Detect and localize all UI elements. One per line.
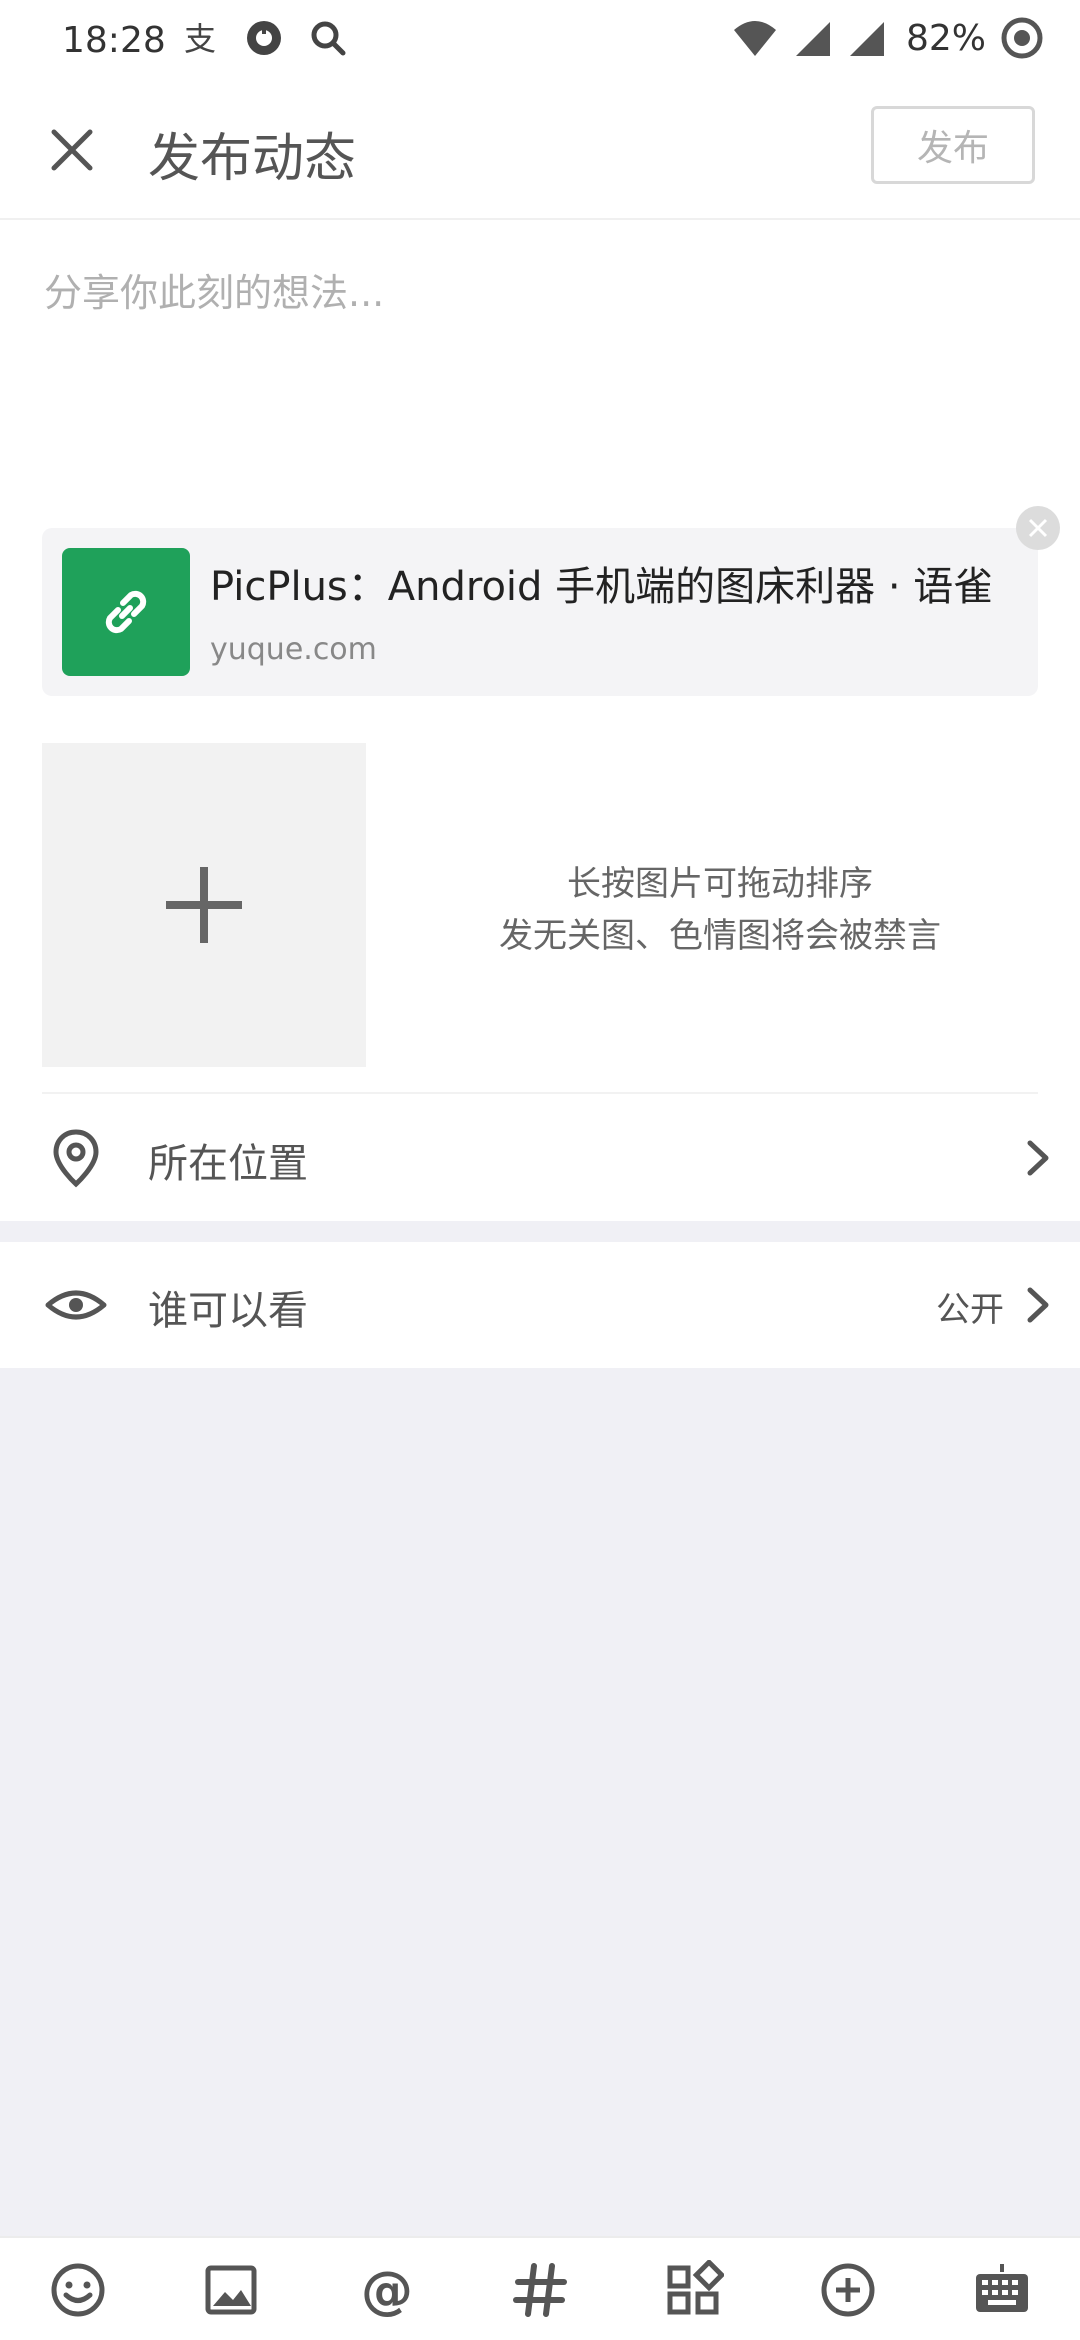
add-image-button[interactable] xyxy=(42,743,366,1067)
link-domain: yuque.com xyxy=(210,632,377,667)
hashtag-button[interactable] xyxy=(508,2258,572,2322)
screen: 18:28 支 82% 发布动态 发布 分享你此刻的想法... PicPlus：… xyxy=(0,0,1080,2340)
alipay-icon: 支 xyxy=(184,20,216,58)
signal-icon xyxy=(795,22,830,56)
visibility-value: 公开 xyxy=(936,1290,1004,1330)
visibility-row[interactable]: 谁可以看 公开 xyxy=(0,1242,1080,1368)
image-button[interactable] xyxy=(199,2258,263,2322)
link-icon xyxy=(105,590,147,634)
location-pin-icon xyxy=(53,1129,99,1188)
bottom-toolbar: @ xyxy=(0,2236,1080,2340)
divider xyxy=(42,1092,1038,1094)
close-button[interactable] xyxy=(44,122,100,178)
status-system-icons: 82% xyxy=(732,16,1044,60)
app-notification-icon xyxy=(247,21,281,55)
add-circle-icon xyxy=(821,2263,875,2317)
apps-icon xyxy=(667,2260,724,2315)
emoji-icon xyxy=(51,2263,105,2317)
eye-icon xyxy=(45,1290,107,1320)
post-text-input[interactable] xyxy=(42,260,1036,464)
status-notification-icons: 支 xyxy=(180,18,348,58)
signal-icon-2 xyxy=(849,22,884,56)
close-small-icon xyxy=(1028,518,1048,538)
plus-icon xyxy=(166,867,242,943)
image-hint-line-1: 长按图片可拖动排序 xyxy=(567,864,873,904)
mention-button[interactable]: @ xyxy=(353,2258,417,2322)
remove-link-button[interactable] xyxy=(1016,506,1060,550)
battery-level: 82% xyxy=(905,17,986,59)
image-icon xyxy=(205,2265,257,2315)
page-title: 发布动态 xyxy=(148,129,357,189)
svg-text:@: @ xyxy=(361,2261,413,2320)
visibility-label: 谁可以看 xyxy=(148,1288,308,1334)
keyboard-icon xyxy=(976,2264,1028,2312)
apps-button[interactable] xyxy=(662,2258,726,2322)
app-header: 发布动态 发布 xyxy=(0,80,1080,220)
emoji-button[interactable] xyxy=(46,2258,110,2322)
composer-card: PicPlus：Android 手机端的图床利器 · 语雀 yuque.com … xyxy=(0,220,1080,1095)
wifi-icon xyxy=(733,21,776,56)
svg-text:支: 支 xyxy=(184,20,216,58)
publish-button[interactable]: 发布 xyxy=(871,106,1035,184)
search-notification-icon xyxy=(311,21,346,56)
location-label: 所在位置 xyxy=(148,1141,308,1187)
chevron-right-icon xyxy=(1027,1287,1049,1323)
link-title: PicPlus：Android 手机端的图床利器 · 语雀 xyxy=(210,564,994,610)
close-icon xyxy=(51,129,93,171)
location-row[interactable]: 所在位置 xyxy=(0,1095,1080,1221)
link-preview-card[interactable]: PicPlus：Android 手机端的图床利器 · 语雀 yuque.com xyxy=(42,528,1038,696)
keyboard-button[interactable] xyxy=(970,2258,1034,2322)
status-bar: 18:28 支 82% xyxy=(0,0,1080,80)
battery-icon xyxy=(1001,17,1043,59)
image-hint: 长按图片可拖动排序 发无关图、色情图将会被禁言 xyxy=(380,858,1060,962)
link-thumbnail xyxy=(62,548,190,676)
hashtag-icon xyxy=(513,2263,567,2317)
status-time: 18:28 xyxy=(62,20,166,61)
add-button[interactable] xyxy=(816,2258,880,2322)
chevron-right-icon xyxy=(1027,1140,1049,1176)
mention-icon: @ xyxy=(361,2261,413,2320)
image-hint-line-2: 发无关图、色情图将会被禁言 xyxy=(499,916,941,956)
